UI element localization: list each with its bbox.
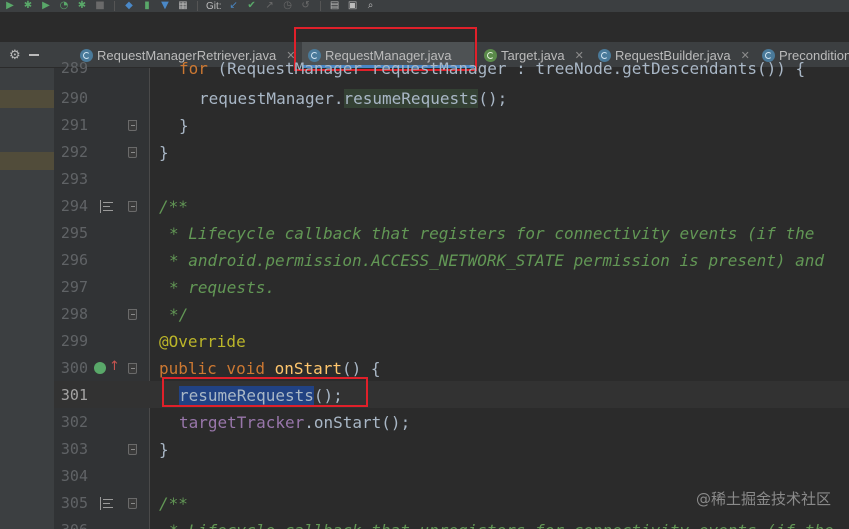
- line-number: 293: [60, 170, 88, 188]
- code-text: resumeRequests();: [179, 386, 343, 405]
- code-line: 297 * requests.: [54, 274, 849, 301]
- code-text: * Lifecycle callback that unregisters fo…: [169, 517, 834, 529]
- code-text: */: [169, 305, 189, 324]
- git-label: Git:: [206, 0, 222, 12]
- code-line: 296 * android.permission.ACCESS_NETWORK_…: [54, 247, 849, 274]
- toolbar-divider: [319, 1, 321, 11]
- code-line: 306 * Lifecycle callback that unregister…: [54, 517, 849, 529]
- fold-marker-icon[interactable]: [128, 120, 137, 131]
- fold-marker-icon[interactable]: [128, 147, 137, 158]
- code-line: 301 resumeRequests();: [54, 382, 849, 409]
- code-text: * android.permission.ACCESS_NETWORK_STAT…: [169, 251, 825, 270]
- code-line: 299 @Override: [54, 328, 849, 355]
- hide-icon[interactable]: [28, 54, 39, 56]
- code-line: 292 }: [54, 139, 849, 166]
- left-tool-strip: [0, 68, 54, 529]
- terminal-icon[interactable]: ▣: [347, 0, 359, 12]
- fold-marker-icon[interactable]: [128, 309, 137, 320]
- code-text: }: [159, 440, 169, 459]
- code-text: * Lifecycle callback that registers for …: [169, 224, 815, 243]
- debug-icon[interactable]: ✱: [22, 0, 34, 12]
- tab-bar-tools: ⚙: [0, 42, 39, 68]
- code-text: /**: [159, 494, 188, 513]
- avd-manager-icon[interactable]: ▮: [141, 0, 153, 12]
- doc-comment-icon[interactable]: [100, 200, 114, 213]
- line-number: 297: [60, 278, 88, 296]
- project-structure-icon[interactable]: ▤: [329, 0, 341, 12]
- line-number: 289: [60, 59, 88, 77]
- git-commit-icon[interactable]: ✔: [246, 0, 258, 12]
- gear-icon[interactable]: ⚙: [9, 48, 21, 63]
- line-number: 305: [60, 494, 88, 512]
- line-number: 303: [60, 440, 88, 458]
- code-text: for (RequestManager requestManager : tre…: [179, 59, 806, 78]
- code-text: * requests.: [169, 278, 275, 297]
- line-number: 295: [60, 224, 88, 242]
- line-number: 294: [60, 197, 88, 215]
- code-text: targetTracker.onStart();: [179, 413, 411, 432]
- code-text: @Override: [159, 332, 246, 351]
- run-icon[interactable]: ▶: [4, 0, 16, 12]
- strip-marker: [0, 90, 54, 108]
- line-number: 299: [60, 332, 88, 350]
- line-number: 298: [60, 305, 88, 323]
- line-number: 301: [60, 386, 88, 404]
- line-number: 290: [60, 89, 88, 107]
- line-number: 296: [60, 251, 88, 269]
- line-number: 304: [60, 467, 88, 485]
- profile-icon[interactable]: ◔: [58, 0, 70, 12]
- fold-marker-icon[interactable]: [128, 201, 137, 212]
- git-rollback-icon[interactable]: ↺: [300, 0, 312, 12]
- code-text: }: [179, 116, 189, 135]
- strip-marker: [0, 152, 54, 170]
- attach-debugger-icon[interactable]: ✱: [76, 0, 88, 12]
- code-line: 291 }: [54, 112, 849, 139]
- toolbar-divider: [114, 1, 115, 11]
- sync-icon[interactable]: ◆: [123, 0, 135, 12]
- line-number: 306: [54, 517, 88, 529]
- toolbar-divider: [197, 1, 198, 11]
- code-text: requestManager.resumeRequests();: [199, 89, 508, 108]
- git-history-icon[interactable]: ◷: [282, 0, 294, 12]
- line-number: 300: [60, 359, 88, 377]
- code-line: 289 for (RequestManager requestManager :…: [54, 55, 849, 82]
- watermark: @稀土掘金技术社区: [695, 490, 831, 508]
- code-text: /**: [159, 197, 188, 216]
- code-line: 295 * Lifecycle callback that registers …: [54, 220, 849, 247]
- line-number: 291: [60, 116, 88, 134]
- code-text: }: [159, 143, 169, 162]
- implements-method-icon[interactable]: [94, 362, 106, 374]
- code-line: 290 requestManager.resumeRequests();: [54, 85, 849, 112]
- code-text: public void onStart() {: [159, 359, 381, 378]
- override-arrow-icon[interactable]: ↑: [109, 359, 120, 375]
- fold-marker-icon[interactable]: [128, 363, 137, 374]
- main-toolbar: ▶ ✱ ▶ ◔ ✱ ■ ◆ ▮ ▼ ▦ Git: ↙ ✔ ↗ ◷ ↺ ▤ ▣ ⌕: [0, 0, 849, 12]
- sdk-manager-icon[interactable]: ▼: [159, 0, 171, 12]
- run-coverage-icon[interactable]: ▶: [40, 0, 52, 12]
- git-update-icon[interactable]: ↙: [228, 0, 240, 12]
- stop-icon[interactable]: ■: [94, 0, 106, 12]
- line-number: 302: [60, 413, 88, 431]
- code-line: 293: [54, 166, 849, 193]
- doc-comment-icon[interactable]: [100, 497, 114, 510]
- fold-marker-icon[interactable]: [128, 498, 137, 509]
- fold-marker-icon[interactable]: [128, 444, 137, 455]
- structure-icon[interactable]: ▦: [177, 0, 189, 12]
- code-line: 304: [54, 463, 849, 490]
- search-icon[interactable]: ⌕: [365, 0, 377, 12]
- code-line: 303 }: [54, 436, 849, 463]
- code-line: 302 targetTracker.onStart();: [54, 409, 849, 436]
- code-line: 298 */: [54, 301, 849, 328]
- code-line: 300 ↑ public void onStart() {: [54, 355, 849, 382]
- git-push-icon[interactable]: ↗: [264, 0, 276, 12]
- code-line: 294 /**: [54, 193, 849, 220]
- line-number: 292: [60, 143, 88, 161]
